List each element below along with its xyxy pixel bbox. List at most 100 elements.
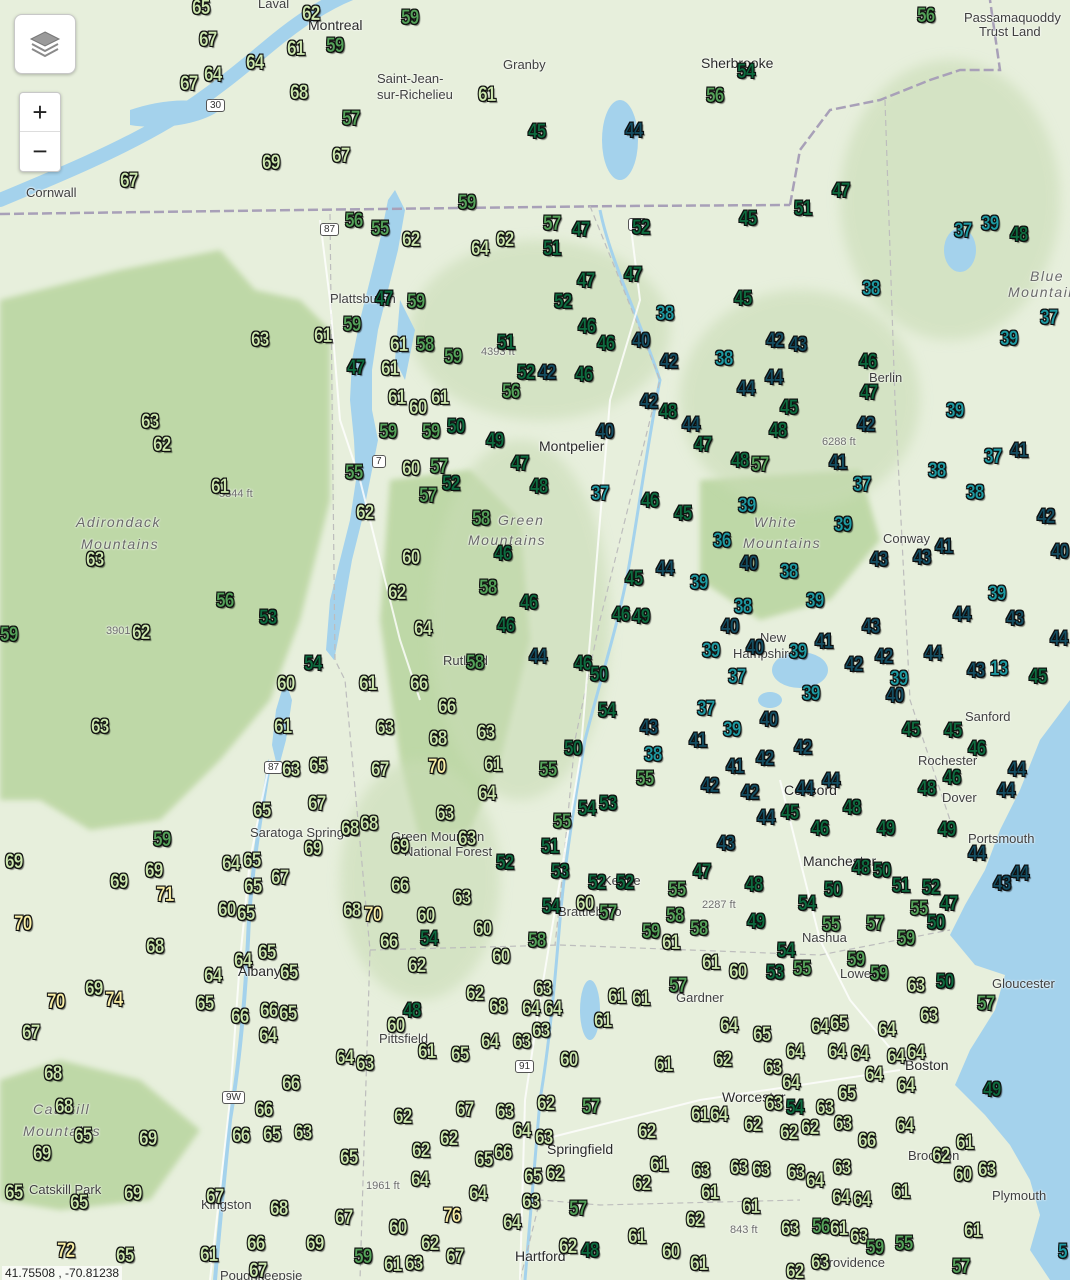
temperature-marker[interactable]: 58 — [472, 508, 491, 530]
temperature-marker[interactable]: 64 — [720, 1015, 739, 1037]
temperature-marker[interactable]: 65 — [340, 1147, 359, 1169]
temperature-marker[interactable]: 69 — [391, 836, 410, 858]
temperature-marker[interactable]: 62 — [496, 229, 515, 251]
zoom-out-button[interactable]: − — [20, 131, 60, 170]
temperature-marker[interactable]: 62 — [633, 1173, 652, 1195]
temperature-marker[interactable]: 46 — [641, 490, 660, 512]
temperature-marker[interactable]: 54 — [786, 1097, 805, 1119]
temperature-marker[interactable]: 60 — [954, 1164, 973, 1186]
temperature-marker[interactable]: 58 — [416, 334, 435, 356]
temperature-marker[interactable]: 47 — [832, 180, 851, 202]
temperature-marker[interactable]: 45 — [528, 121, 547, 143]
temperature-marker[interactable]: 55 — [539, 759, 558, 781]
temperature-marker[interactable]: 48 — [745, 874, 764, 896]
temperature-marker[interactable]: 71 — [156, 884, 175, 906]
temperature-marker[interactable]: 63 — [458, 828, 477, 850]
temperature-marker[interactable]: 65 — [753, 1024, 772, 1046]
temperature-marker[interactable]: 57 — [419, 485, 438, 507]
temperature-marker[interactable]: 66 — [247, 1233, 266, 1255]
temperature-marker[interactable]: 44 — [796, 778, 815, 800]
temperature-marker[interactable]: 67 — [271, 867, 290, 889]
temperature-marker[interactable]: 64 — [481, 1031, 500, 1053]
temperature-marker[interactable]: 50 — [590, 664, 609, 686]
map-canvas[interactable]: Laval Montreal Granby Sherbrooke Passamaquod… — [0, 0, 1070, 1280]
temperature-marker[interactable]: 60 — [402, 547, 421, 569]
temperature-marker[interactable]: 37 — [591, 483, 610, 505]
temperature-marker[interactable]: 63 — [496, 1101, 515, 1123]
temperature-marker[interactable]: 62 — [421, 1233, 440, 1255]
temperature-marker[interactable]: 67 — [249, 1260, 268, 1280]
temperature-marker[interactable]: 56 — [345, 210, 364, 232]
temperature-marker[interactable]: 63 — [86, 549, 105, 571]
temperature-marker[interactable]: 68 — [341, 818, 360, 840]
temperature-marker[interactable]: 61 — [274, 716, 293, 738]
temperature-marker[interactable]: 60 — [729, 961, 748, 983]
temperature-marker[interactable]: 49 — [747, 911, 766, 933]
temperature-marker[interactable]: 64 — [246, 52, 265, 74]
temperature-marker[interactable]: 60 — [576, 893, 595, 915]
temperature-marker[interactable]: 64 — [897, 1075, 916, 1097]
temperature-marker[interactable]: 61 — [211, 476, 230, 498]
temperature-marker[interactable]: 37 — [954, 220, 973, 242]
temperature-marker[interactable]: 64 — [710, 1104, 729, 1126]
temperature-marker[interactable]: 59 — [444, 346, 463, 368]
temperature-marker[interactable]: 55 — [910, 898, 929, 920]
temperature-marker[interactable]: 5 — [1058, 1241, 1068, 1263]
temperature-marker[interactable]: 37 — [1040, 307, 1059, 329]
temperature-marker[interactable]: 61 — [314, 325, 333, 347]
temperature-marker[interactable]: 66 — [494, 1142, 513, 1164]
temperature-marker[interactable]: 55 — [345, 462, 364, 484]
temperature-marker[interactable]: 56 — [216, 590, 235, 612]
temperature-marker[interactable]: 62 — [714, 1049, 733, 1071]
temperature-marker[interactable]: 63 — [833, 1157, 852, 1179]
temperature-marker[interactable]: 62 — [466, 983, 485, 1005]
temperature-marker[interactable]: 63 — [787, 1162, 806, 1184]
temperature-marker[interactable]: 40 — [746, 637, 765, 659]
temperature-marker[interactable]: 55 — [822, 914, 841, 936]
temperature-marker[interactable]: 39 — [702, 640, 721, 662]
temperature-marker[interactable]: 57 — [582, 1096, 601, 1118]
temperature-marker[interactable]: 43 — [717, 833, 736, 855]
temperature-marker[interactable]: 64 — [786, 1041, 805, 1063]
temperature-marker[interactable]: 69 — [33, 1143, 52, 1165]
temperature-marker[interactable]: 61 — [608, 986, 627, 1008]
temperature-marker[interactable]: 58 — [479, 577, 498, 599]
temperature-marker[interactable]: 46 — [494, 543, 513, 565]
temperature-marker[interactable]: 38 — [862, 278, 881, 300]
temperature-marker[interactable]: 64 — [336, 1047, 355, 1069]
zoom-in-button[interactable]: + — [20, 93, 60, 131]
temperature-marker[interactable]: 65 — [5, 1182, 24, 1204]
temperature-marker[interactable]: 50 — [824, 879, 843, 901]
temperature-marker[interactable]: 47 — [577, 270, 596, 292]
temperature-marker[interactable]: 48 — [918, 778, 937, 800]
temperature-marker[interactable]: 45 — [902, 719, 921, 741]
temperature-marker[interactable]: 48 — [530, 476, 549, 498]
temperature-marker[interactable]: 69 — [110, 871, 129, 893]
temperature-marker[interactable]: 42 — [538, 362, 557, 384]
temperature-marker[interactable]: 62 — [801, 1117, 820, 1139]
temperature-marker[interactable]: 68 — [343, 900, 362, 922]
temperature-marker[interactable]: 59 — [870, 963, 889, 985]
temperature-marker[interactable]: 39 — [988, 583, 1007, 605]
temperature-marker[interactable]: 52 — [496, 852, 515, 874]
temperature-marker[interactable]: 66 — [410, 673, 429, 695]
temperature-marker[interactable]: 74 — [105, 989, 124, 1011]
temperature-marker[interactable]: 52 — [922, 877, 941, 899]
temperature-marker[interactable]: 64 — [414, 618, 433, 640]
temperature-marker[interactable]: 59 — [897, 928, 916, 950]
temperature-marker[interactable]: 63 — [294, 1122, 313, 1144]
temperature-marker[interactable]: 51 — [794, 198, 813, 220]
temperature-marker[interactable]: 67 — [180, 73, 199, 95]
temperature-marker[interactable]: 53 — [766, 962, 785, 984]
temperature-marker[interactable]: 56 — [917, 5, 936, 27]
temperature-marker[interactable]: 44 — [625, 120, 644, 142]
temperature-marker[interactable]: 64 — [907, 1042, 926, 1064]
temperature-marker[interactable]: 62 — [356, 502, 375, 524]
temperature-marker[interactable]: 67 — [308, 793, 327, 815]
temperature-marker[interactable]: 62 — [686, 1209, 705, 1231]
temperature-marker[interactable]: 46 — [943, 767, 962, 789]
temperature-marker[interactable]: 69 — [304, 838, 323, 860]
temperature-marker[interactable]: 44 — [997, 780, 1016, 802]
temperature-marker[interactable]: 64 — [832, 1187, 851, 1209]
temperature-marker[interactable]: 55 — [668, 879, 687, 901]
